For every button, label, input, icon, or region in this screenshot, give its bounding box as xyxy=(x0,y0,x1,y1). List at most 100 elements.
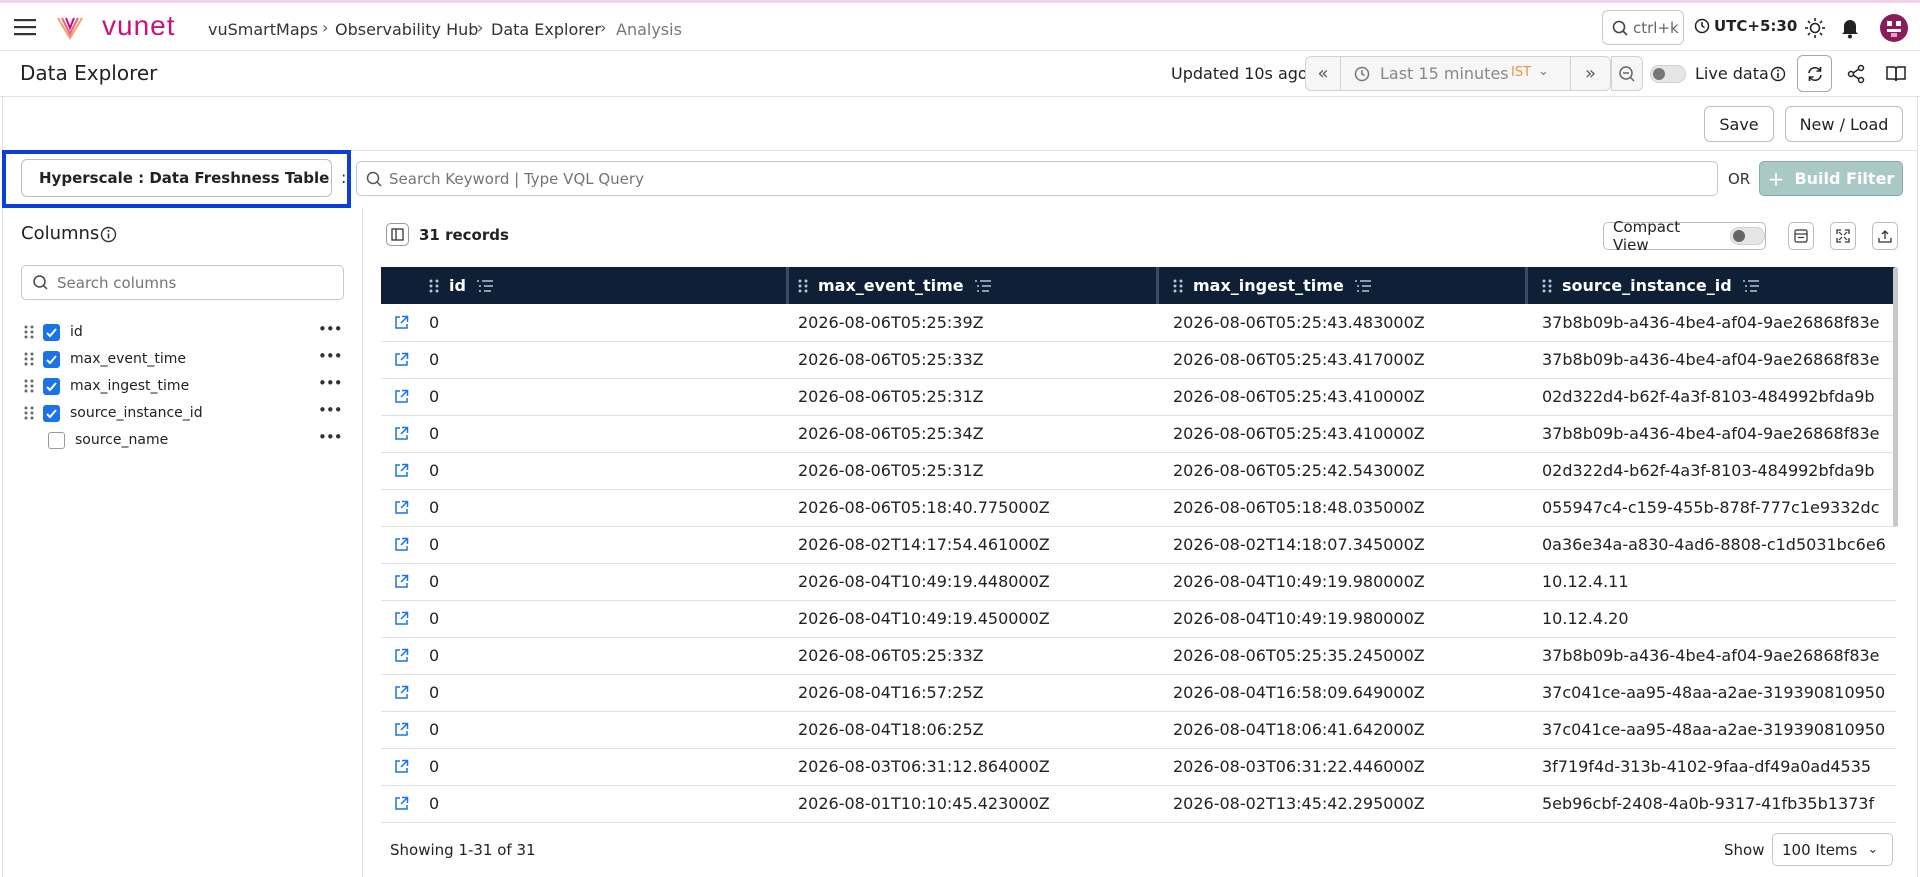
column-checkbox[interactable] xyxy=(48,431,65,449)
open-record-link-icon[interactable] xyxy=(394,352,409,367)
drag-handle-icon[interactable] xyxy=(24,378,34,394)
column-header-max-event-time[interactable]: max_event_time xyxy=(789,267,1159,304)
drag-handle-icon[interactable] xyxy=(798,278,808,294)
columns-search-input[interactable] xyxy=(57,273,337,292)
column-menu-icon[interactable] xyxy=(974,279,992,293)
column-item-source-name[interactable]: source_name xyxy=(24,429,168,451)
column-more-icon[interactable]: ••• xyxy=(318,401,343,419)
user-avatar[interactable] xyxy=(1880,14,1908,42)
open-record-link-icon[interactable] xyxy=(394,500,409,515)
table-cell: 2026-08-06T05:25:35.245000Z xyxy=(1159,637,1528,675)
column-more-icon[interactable]: ••• xyxy=(318,428,343,446)
dataset-colon: : xyxy=(341,168,347,187)
new-load-button[interactable]: New / Load xyxy=(1785,106,1903,142)
open-record-link-icon[interactable] xyxy=(394,389,409,404)
dataset-selector[interactable]: Hyperscale : Data Freshness Table xyxy=(21,159,332,197)
theme-toggle-sun-icon[interactable] xyxy=(1804,17,1826,39)
zoom-out-icon xyxy=(1619,65,1635,82)
cell-value: 37b8b09b-a436-4be4-af04-9ae26868f83e xyxy=(1542,424,1880,443)
column-header-id[interactable]: id xyxy=(381,267,789,304)
zoom-out-button[interactable] xyxy=(1611,56,1643,91)
cell-value: 37b8b09b-a436-4be4-af04-9ae26868f83e xyxy=(1542,646,1880,665)
open-record-link-icon[interactable] xyxy=(394,685,409,700)
open-record-link-icon[interactable] xyxy=(394,648,409,663)
fullscreen-button[interactable] xyxy=(1830,222,1856,250)
drag-handle-icon[interactable] xyxy=(24,351,34,367)
cell-value: 2026-08-04T18:06:25Z xyxy=(798,720,984,739)
open-record-link-icon[interactable] xyxy=(394,759,409,774)
table-cell: 37b8b09b-a436-4be4-af04-9ae26868f83e xyxy=(1528,304,1896,342)
open-record-link-icon[interactable] xyxy=(394,537,409,552)
column-menu-icon[interactable] xyxy=(476,279,494,293)
open-record-link-icon[interactable] xyxy=(394,574,409,589)
column-checkbox[interactable] xyxy=(43,323,60,341)
column-checkbox[interactable] xyxy=(43,404,60,422)
notifications-bell-icon[interactable] xyxy=(1840,17,1860,39)
drag-handle-icon[interactable] xyxy=(1542,278,1552,294)
column-more-icon[interactable]: ••• xyxy=(318,347,343,365)
save-button[interactable]: Save xyxy=(1704,106,1774,142)
column-header-source-instance-id[interactable]: source_instance_id xyxy=(1528,267,1896,304)
timezone-indicator[interactable]: UTC+5:30 xyxy=(1694,17,1797,35)
table-cell: 2026-08-06T05:25:43.483000Z xyxy=(1159,304,1528,342)
query-search-input[interactable] xyxy=(389,169,1689,188)
drag-handle-icon[interactable] xyxy=(24,324,34,340)
drag-handle-icon[interactable] xyxy=(429,278,439,294)
chevron-down-icon: ⌄ xyxy=(1867,842,1879,857)
export-button[interactable] xyxy=(1872,222,1898,250)
share-icon[interactable] xyxy=(1846,64,1866,84)
column-checkbox[interactable] xyxy=(43,350,60,368)
toggle-sidebar-button[interactable] xyxy=(386,223,409,246)
column-checkbox[interactable] xyxy=(43,377,60,395)
time-back-button[interactable]: « xyxy=(1306,57,1341,90)
info-icon[interactable] xyxy=(1770,66,1786,82)
columns-info-icon[interactable] xyxy=(100,226,117,243)
column-item-id[interactable]: id xyxy=(24,321,83,343)
breadcrumb-observability-hub[interactable]: Observability Hub xyxy=(335,20,478,39)
table-cell: 2026-08-06T05:18:48.035000Z xyxy=(1159,489,1528,527)
open-record-link-icon[interactable] xyxy=(394,426,409,441)
column-menu-icon[interactable] xyxy=(1742,279,1760,293)
column-item-source-instance-id[interactable]: source_instance_id xyxy=(24,402,203,424)
page-size-select[interactable]: 100 Items ⌄ xyxy=(1772,833,1893,866)
compact-view-control[interactable]: Compact View xyxy=(1603,218,1766,254)
breadcrumb-vusmartmaps[interactable]: vuSmartMaps xyxy=(208,20,318,39)
hamburger-menu-icon[interactable] xyxy=(14,18,38,36)
search-icon xyxy=(366,171,382,187)
column-item-max-event-time[interactable]: max_event_time xyxy=(24,348,186,370)
table-scrollbar[interactable] xyxy=(1893,267,1898,527)
time-range-label[interactable]: Last 15 minutes xyxy=(1380,64,1509,83)
table-row: 0 2026-08-06T05:25:34Z 2026-08-06T05:25:43… xyxy=(381,415,1896,453)
compact-view-toggle[interactable] xyxy=(1729,227,1765,245)
column-menu-icon[interactable] xyxy=(1354,279,1372,293)
table-body: 0 2026-08-06T05:25:39Z 2026-08-06T05:25:43… xyxy=(381,304,1896,823)
column-more-icon[interactable]: ••• xyxy=(318,374,343,392)
drag-handle-icon[interactable] xyxy=(24,405,34,421)
open-record-link-icon[interactable] xyxy=(394,796,409,811)
cell-value: 0 xyxy=(429,424,440,443)
build-filter-button[interactable]: + Build Filter xyxy=(1759,161,1903,196)
breadcrumb-data-explorer[interactable]: Data Explorer xyxy=(491,20,601,39)
table-cell: 055947c4-c159-455b-878f-777c1e9332dc xyxy=(1528,489,1896,527)
docs-book-icon[interactable] xyxy=(1885,64,1907,84)
table-row: 0 2026-08-04T10:49:19.448000Z 2026-08-04T1… xyxy=(381,563,1896,601)
live-data-toggle[interactable] xyxy=(1650,65,1686,83)
open-record-link-icon[interactable] xyxy=(394,315,409,330)
chevron-down-icon[interactable]: ⌄ xyxy=(1538,64,1549,79)
table-header-row: id max_event_time max_ingest_time source… xyxy=(381,267,1896,304)
refresh-button[interactable] xyxy=(1797,55,1832,92)
global-search-button[interactable]: ctrl+k xyxy=(1602,10,1684,45)
open-record-link-icon[interactable] xyxy=(394,463,409,478)
column-more-icon[interactable]: ••• xyxy=(318,320,343,338)
open-record-link-icon[interactable] xyxy=(394,611,409,626)
vunet-logo-text: vunet xyxy=(102,10,176,41)
time-forward-button[interactable]: » xyxy=(1570,57,1610,90)
expand-icon xyxy=(1836,229,1850,243)
column-header-max-ingest-time[interactable]: max_ingest_time xyxy=(1159,267,1528,304)
column-settings-button[interactable] xyxy=(1788,222,1814,250)
drag-handle-icon[interactable] xyxy=(1173,278,1183,294)
table-cell: 5eb96cbf-2408-4a0b-9317-41fb35b1373f xyxy=(1528,785,1896,823)
open-record-link-icon[interactable] xyxy=(394,722,409,737)
timezone-badge: IST xyxy=(1511,65,1532,80)
column-item-max-ingest-time[interactable]: max_ingest_time xyxy=(24,375,189,397)
